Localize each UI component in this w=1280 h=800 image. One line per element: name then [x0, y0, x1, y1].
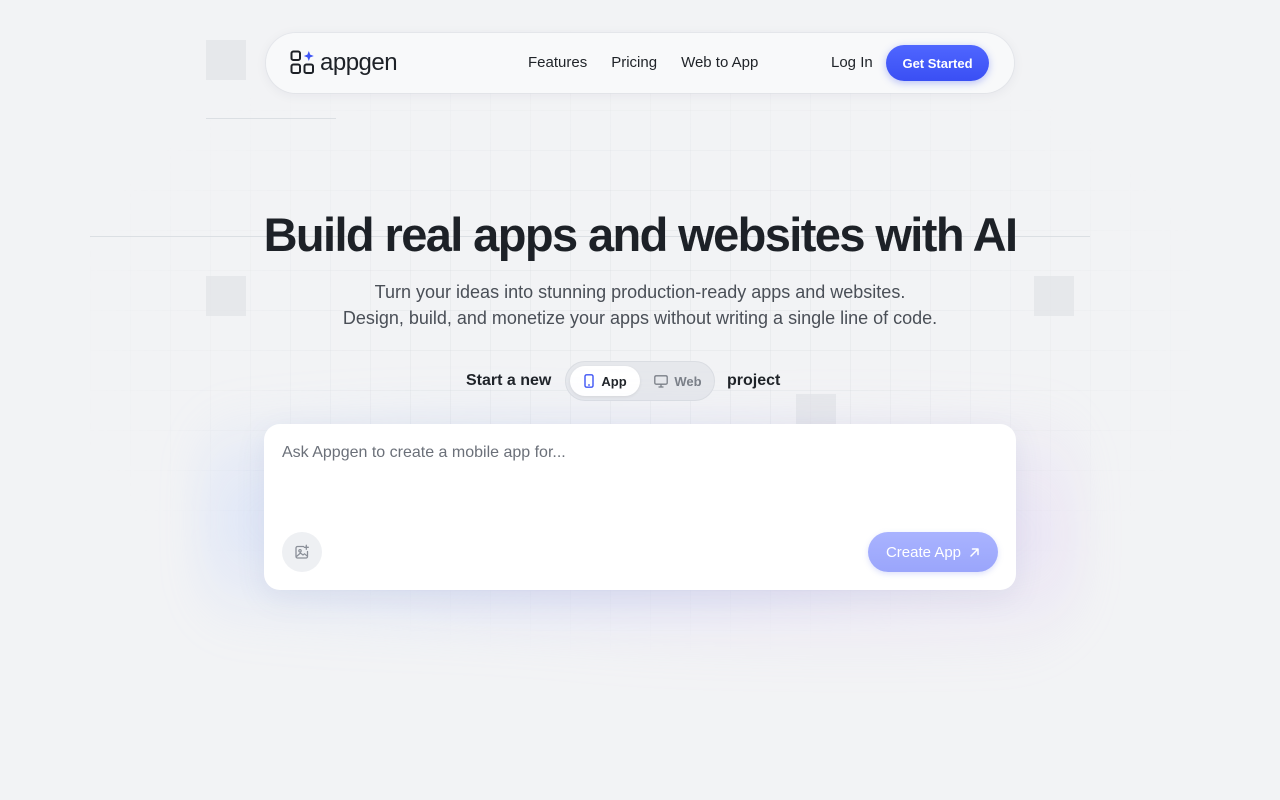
toggle-option-label: App	[601, 373, 627, 389]
create-app-label: Create App	[885, 543, 962, 561]
toggle-option-app[interactable]: App	[570, 366, 640, 396]
project-type-row: Start a new App Web project	[0, 361, 1280, 401]
prompt-input[interactable]	[282, 440, 998, 530]
hero-subline-1: Turn your ideas into stunning production…	[374, 282, 906, 302]
nav-links: Features Pricing Web to App	[528, 52, 758, 74]
monitor-icon	[654, 374, 669, 388]
background-block	[206, 40, 246, 80]
project-type-prefix: Start a new	[466, 372, 552, 389]
brand-name: appgen	[320, 49, 398, 76]
get-started-button[interactable]: Get Started	[886, 45, 989, 81]
arrow-up-right-icon	[970, 547, 979, 557]
login-link[interactable]: Log In	[831, 52, 873, 74]
project-type-suffix: project	[727, 372, 781, 389]
project-type-toggle: App Web	[565, 361, 715, 401]
appgen-logo-icon	[290, 50, 314, 74]
prompt-card: Create App	[264, 424, 1016, 590]
hero-headline: Build real apps and websites with AI	[263, 208, 1018, 261]
page: appgen Features Pricing Web to App Log I…	[0, 0, 1280, 800]
brand-logo[interactable]: appgen	[290, 49, 398, 76]
nav-link-web-to-app[interactable]: Web to App	[681, 52, 758, 74]
background-line	[206, 118, 336, 119]
attach-image-button[interactable]	[282, 532, 322, 572]
hero-subline-2: Design, build, and monetize your apps wi…	[342, 308, 938, 328]
toggle-option-web[interactable]: Web	[644, 366, 712, 396]
image-plus-icon	[295, 544, 309, 559]
top-navbar: appgen Features Pricing Web to App Log I…	[266, 33, 1014, 93]
toggle-option-label: Web	[674, 373, 702, 389]
create-app-button[interactable]: Create App	[868, 532, 998, 572]
nav-link-pricing[interactable]: Pricing	[611, 52, 657, 74]
smartphone-icon	[584, 374, 595, 388]
nav-link-features[interactable]: Features	[528, 52, 587, 74]
hero-subheadline: Turn your ideas into stunning production…	[0, 279, 1280, 331]
